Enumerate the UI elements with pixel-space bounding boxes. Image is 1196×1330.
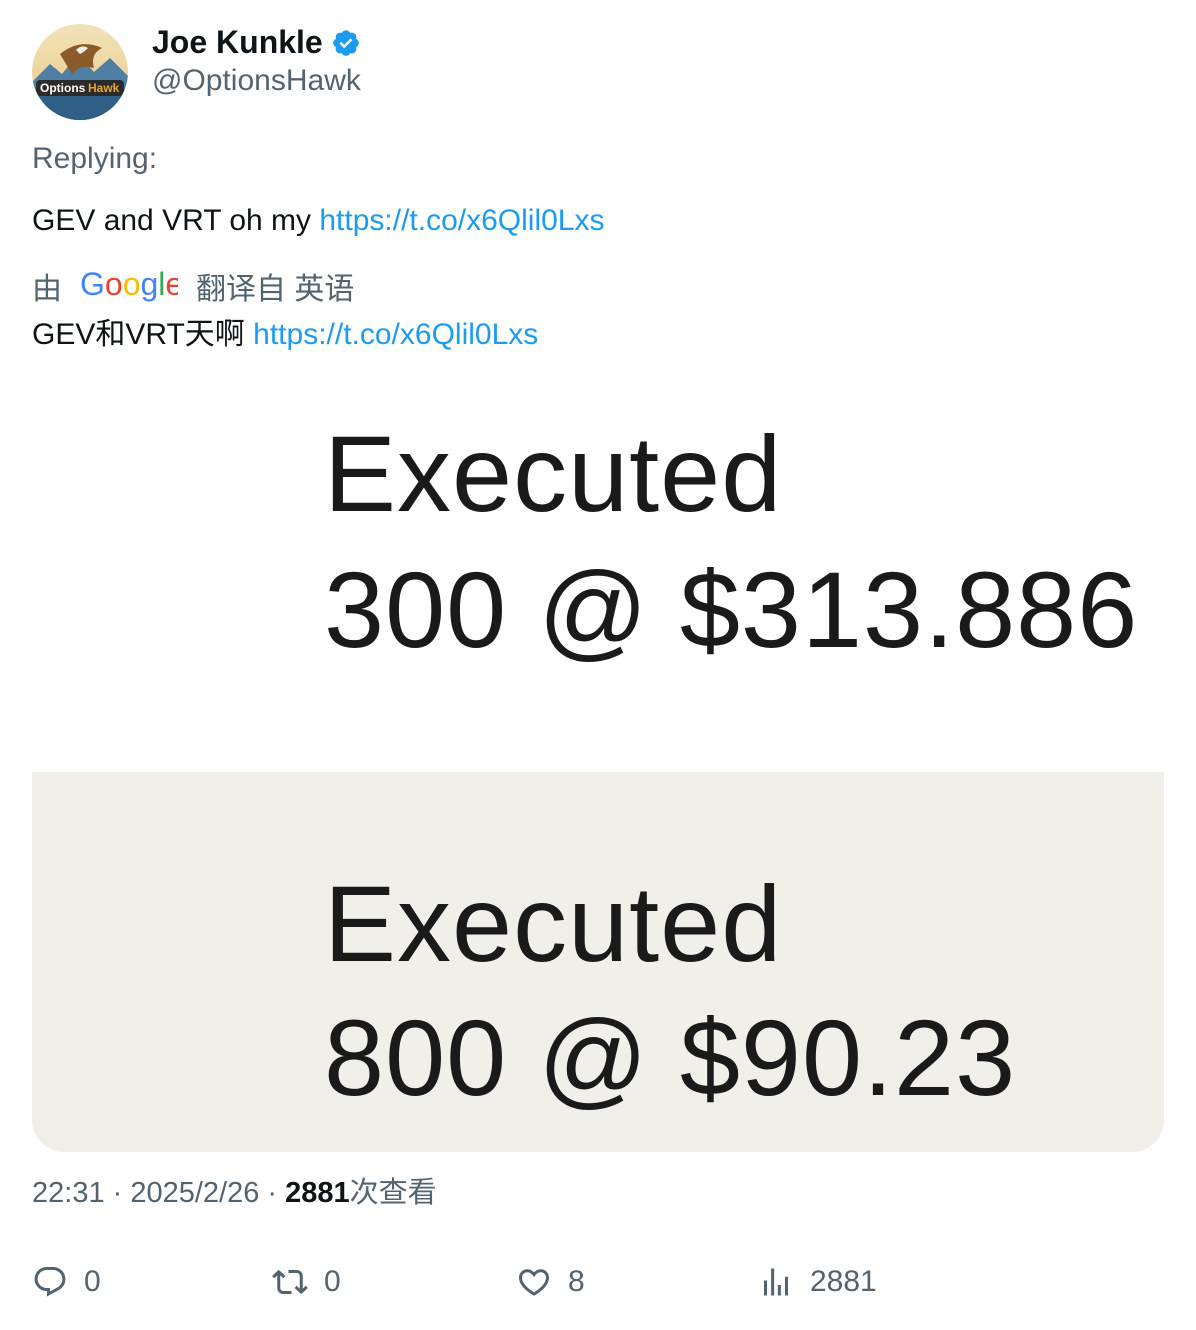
translated-link[interactable]: https://t.co/x6Qlil0Lxs [253,318,538,351]
executed-label-bottom: Executed [324,863,783,984]
reply-count: 0 [84,1265,101,1298]
executed-panel-top: Executed 300 @ $313.886 [32,384,1164,772]
views-label: 次查看 [349,1177,437,1209]
replying-label: Replying: [32,142,158,175]
like-count: 8 [568,1265,585,1298]
views-count: 2881 [285,1177,350,1209]
avatar[interactable]: Options Hawk [32,24,128,120]
like-button[interactable]: 8 [516,1262,585,1302]
author-name[interactable]: Joe Kunkle [152,22,361,62]
translation-attribution: 由 Google 翻译自 英语 [32,266,354,312]
translated-text: GEV和VRT天啊 https://t.co/x6Qlil0Lxs [32,316,538,354]
executed-value-top: 300 @ $313.886 [324,549,1139,670]
svg-text:Options: Options [40,81,86,95]
tweet-link[interactable]: https://t.co/x6Qlil0Lxs [319,204,604,237]
tweet-text: GEV and VRT oh my https://t.co/x6Qlil0Lx… [32,202,604,240]
retweet-count: 0 [324,1265,341,1298]
meta-separator: · [104,1177,131,1209]
retweet-icon [272,1269,308,1295]
tweet-meta: 22:31 · 2025/2/26 · 2881次查看 [32,1174,437,1212]
svg-text:Google: Google [80,268,178,302]
reply-button[interactable]: 0 [32,1262,101,1302]
views-button[interactable]: 2881 [758,1262,877,1302]
svg-text:Hawk: Hawk [88,81,120,95]
translated-body: GEV和VRT天啊 [32,318,254,351]
tweet-date[interactable]: 2025/2/26 [130,1177,259,1209]
action-bar: 0 0 8 2881 [32,1262,1164,1302]
translation-from-label[interactable]: 翻译自 英语 [196,271,354,309]
optionshawk-logo-icon: Options Hawk [32,24,128,120]
author-handle[interactable]: @OptionsHawk [152,62,361,100]
google-logo-icon: Google [80,266,183,312]
executed-value-bottom: 800 @ $90.23 [324,997,1017,1118]
meta-separator-2: · [259,1177,286,1209]
views-action-count: 2881 [810,1265,877,1298]
heart-icon [518,1269,550,1296]
analytics-icon [764,1268,788,1296]
verified-badge-icon [331,27,361,57]
tweet-media-image[interactable]: Executed 300 @ $313.886 Executed 800 @ $… [32,384,1164,1152]
retweet-button[interactable]: 0 [272,1262,341,1302]
executed-label-top: Executed [324,413,783,534]
tweet-time[interactable]: 22:31 [32,1177,105,1209]
reply-icon [34,1267,66,1297]
executed-panel-bottom: Executed 800 @ $90.23 [32,772,1164,1152]
tweet-body: GEV and VRT oh my [32,204,320,237]
translation-by-label: 由 [32,273,62,306]
author-name-text: Joe Kunkle [152,24,323,60]
